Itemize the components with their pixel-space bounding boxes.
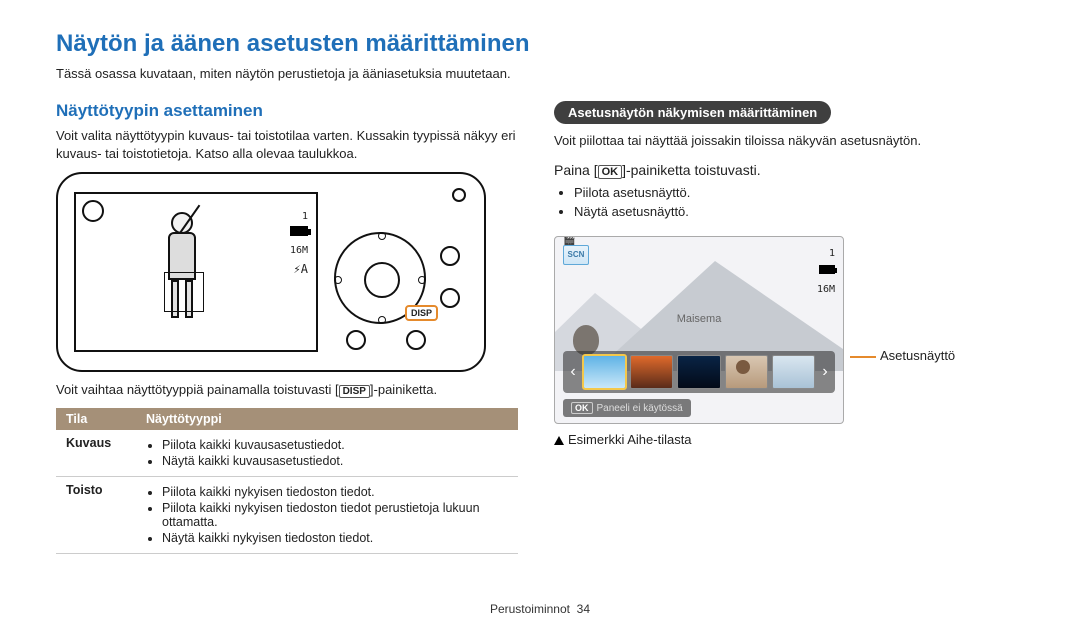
left-paragraph: Voit valita näyttötyypin kuvaus- tai toi… [56,127,518,162]
display-type-table: Tila Näyttötyyppi Kuvaus Piilota kaikki … [56,408,518,554]
table-item: Piilota kaikki nykyisen tiedoston tiedot… [162,501,508,529]
example-note: Esimerkki Aihe-tilasta [554,432,1024,447]
chevron-left-icon: ‹ [567,363,579,381]
table-item: Piilota kaikki kuvausasetustiedot. [162,438,508,452]
resolution-label: 16M [290,242,308,259]
focus-frame-icon [164,272,204,312]
battery-icon [819,265,835,274]
table-item: Näytä kaikki kuvausasetustiedot. [162,454,508,468]
ok-chip-inline: OK [598,165,623,179]
page-footer: Perustoiminnot 34 [0,602,1080,616]
right-pill-heading: Asetusnäytön näkymisen määrittäminen [554,101,831,124]
side-button-icon [440,246,460,266]
mode-cell: Kuvaus [56,430,136,477]
camera-illustration: 1 16M ⚡A [56,172,518,372]
thumbnail [630,355,673,389]
thumbnail-strip: ‹ › [563,351,835,393]
scn-chip: SCN [563,245,589,265]
dpad-center [364,262,400,298]
callout-label: Asetusnäyttö [880,348,955,363]
right-instruction: Paina [OK]-painiketta toistuvasti. [554,162,1024,179]
instr-before: Paina [ [554,162,598,178]
thumbnail [677,355,720,389]
thumbnail [725,355,768,389]
table-header-type: Näyttötyyppi [136,408,518,430]
battery-icon [290,226,308,236]
caption-after: ]-painiketta. [370,382,437,397]
footer-section: Perustoiminnot [490,602,570,616]
table-header-mode: Tila [56,408,136,430]
dpad: DISP [334,232,426,324]
triangle-up-icon [554,436,564,445]
globe-icon [82,200,104,222]
example-text: Esimerkki Aihe-tilasta [568,432,692,447]
ok-bar: OK Paneeli ei käytössä [563,399,691,417]
right-bullet: Näytä asetusnäyttö. [574,202,1024,222]
thumbnail [583,355,626,389]
camera-caption: Voit vaihtaa näyttötyyppiä painamalla to… [56,382,518,398]
flash-icon: ⚡A [290,259,308,279]
right-bullet: Piilota asetusnäyttö. [574,183,1024,203]
page-title: Näytön ja äänen asetusten määrittäminen [56,30,1024,58]
table-row: Toisto Piilota kaikki nykyisen tiedoston… [56,477,518,554]
side-button-icon [406,330,426,350]
camera-lcd: 1 16M ⚡A [74,192,318,352]
footer-page: 34 [577,602,590,616]
caption-before: Voit vaihtaa näyttötyyppiä painamalla to… [56,382,339,397]
thumbnail [772,355,815,389]
table-item: Näytä kaikki nykyisen tiedoston tiedot. [162,531,508,545]
mode-cell: Toisto [56,477,136,554]
resolution-label: 16M [817,281,835,299]
right-paragraph: Voit piilottaa tai näyttää joissakin til… [554,132,1024,150]
settings-preview: 🎬 SCN Maisema 1 16M ‹ [554,236,844,424]
scene-label: Maisema [555,313,843,325]
side-button-icon [440,288,460,308]
intro-text: Tässä osassa kuvataan, miten näytön peru… [56,66,1024,81]
chevron-right-icon: › [819,363,831,381]
ok-bar-text: Paneeli ei käytössä [597,403,683,414]
shot-count: 1 [817,245,835,263]
disp-callout-chip: DISP [405,305,438,321]
table-item: Piilota kaikki nykyisen tiedoston tiedot… [162,485,508,499]
preview-info-overlay: 1 16M [817,245,835,299]
side-button-icon [346,330,366,350]
left-heading: Näyttötyypin asettaminen [56,101,518,121]
callout-line [850,356,876,358]
table-row: Kuvaus Piilota kaikki kuvausasetustiedot… [56,430,518,477]
lcd-info-overlay: 1 16M ⚡A [290,208,308,279]
power-led-icon [452,188,466,202]
disp-chip-inline: DISP [339,385,370,398]
left-column: Näyttötyypin asettaminen Voit valita näy… [56,101,518,554]
ok-chip: OK [571,402,593,414]
right-column: Asetusnäytön näkymisen määrittäminen Voi… [554,101,1024,554]
shot-count: 1 [290,208,308,225]
preview-wrap: 🎬 SCN Maisema 1 16M ‹ [554,236,1024,424]
instr-after: ]-painiketta toistuvasti. [622,162,761,178]
